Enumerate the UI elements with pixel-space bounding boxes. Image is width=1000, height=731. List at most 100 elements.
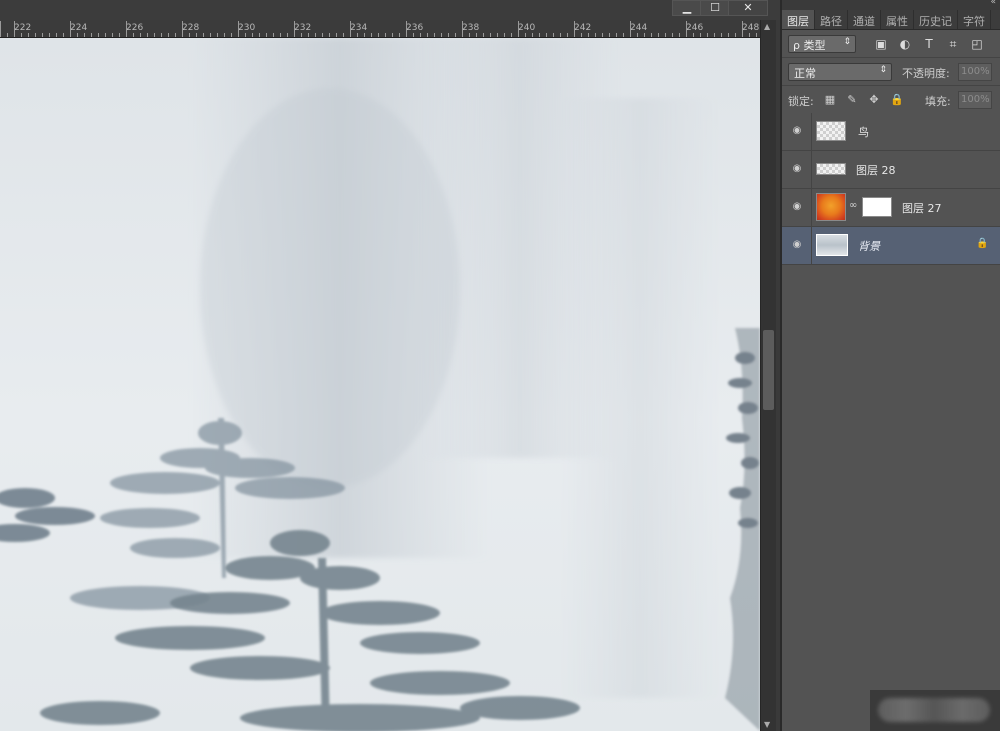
ruler-tick-mark — [511, 33, 512, 37]
layer-thumbnail — [816, 234, 848, 256]
layer-name[interactable]: 背景 — [858, 238, 880, 254]
lock-all-icon[interactable]: 🔒 — [890, 94, 904, 106]
horizontal-ruler: 222 224 226 228 230 232 234 236 238 240 242 244 246 2… — [0, 20, 760, 38]
scroll-up-icon[interactable]: ▲ — [764, 22, 770, 31]
layers-panel: « 图层 路径 通道 属性 历史记 字符 ρ 类型 ⇕ ▣ ◐ T ⌗ ◰ 正常… — [780, 0, 1000, 731]
ruler-tick-mark — [742, 21, 743, 37]
ruler-tick-mark — [385, 33, 386, 37]
ruler-tick-mark — [63, 33, 64, 37]
ruler-tick-mark — [497, 33, 498, 37]
select-arrow-icon: ⇕ — [843, 37, 851, 47]
layer-thumbnail — [816, 163, 846, 175]
ruler-tick-mark — [49, 33, 50, 37]
ruler-tick-mark — [336, 33, 337, 37]
ruler-tick-mark — [595, 33, 596, 37]
ruler-tick-mark — [462, 21, 463, 37]
ruler-tick-mark — [231, 33, 232, 37]
adjustment-filter-icon[interactable]: ◐ — [898, 37, 912, 51]
image-filter-icon[interactable]: ▣ — [874, 37, 888, 51]
ruler-tick-mark — [679, 33, 680, 37]
blend-mode-select[interactable]: 正常 ⇕ — [788, 63, 892, 81]
lock-position-icon[interactable]: ✥ — [868, 94, 880, 106]
divider — [811, 189, 812, 227]
lock-transparency-icon[interactable]: ▦ — [824, 94, 836, 106]
ruler-tick-mark — [119, 33, 120, 37]
lock-image-icon[interactable]: ✎ — [846, 94, 858, 106]
tab-channels[interactable]: 通道 — [848, 10, 881, 29]
filter-type-label: ρ 类型 — [793, 39, 826, 52]
layer-name[interactable]: 鸟 — [858, 124, 869, 140]
visibility-eye-icon[interactable]: ◉ — [790, 240, 804, 250]
layer-row[interactable]: ◉ 图层 28 — [782, 151, 1000, 189]
close-button[interactable]: ✕ — [728, 0, 768, 16]
document-window: ▁ ☐ ✕ 222 224 226 228 230 232 234 236 238 240 242 2… — [0, 0, 780, 731]
ruler-tick-mark — [217, 33, 218, 37]
ruler-tick-mark — [728, 33, 729, 37]
ruler-tick-mark — [196, 33, 197, 37]
mask-link-icon[interactable]: ∞ — [849, 200, 857, 211]
image-canvas[interactable] — [0, 38, 760, 731]
filter-type-select[interactable]: ρ 类型 ⇕ — [788, 35, 856, 53]
ruler-tick-mark — [224, 33, 225, 37]
fill-label: 填充: — [925, 95, 951, 108]
layer-row[interactable]: ◉ ∞ 图层 27 — [782, 189, 1000, 227]
tab-layers[interactable]: 图层 — [782, 10, 815, 29]
tab-paths[interactable]: 路径 — [815, 10, 848, 29]
ruler-tick-mark — [714, 33, 715, 37]
ruler-tick-mark — [84, 33, 85, 37]
ruler-tick-mark — [637, 33, 638, 37]
layer-row-selected[interactable]: ◉ 背景 🔒 — [782, 227, 1000, 265]
ruler-tick-mark — [21, 33, 22, 37]
ruler-tick-mark — [273, 33, 274, 37]
layer-thumbnail — [816, 193, 846, 221]
ruler-tick-label: 232 — [294, 23, 312, 33]
maximize-button[interactable]: ☐ — [700, 0, 730, 16]
visibility-eye-icon[interactable]: ◉ — [790, 202, 804, 212]
layer-lock-icon: 🔒 — [976, 238, 989, 249]
ruler-tick-mark — [315, 33, 316, 37]
tab-properties[interactable]: 属性 — [881, 10, 914, 29]
ruler-tick-mark — [735, 33, 736, 37]
layer-name[interactable]: 图层 27 — [902, 200, 942, 216]
vertical-scrollbar[interactable]: ▲ ▼ — [760, 20, 776, 731]
ruler-tick-mark — [644, 33, 645, 37]
fill-field[interactable]: 100% — [958, 91, 992, 109]
ruler-tick-mark — [252, 33, 253, 37]
layer-mask-thumbnail[interactable] — [862, 197, 892, 217]
ruler-tick-label: 246 — [686, 23, 704, 33]
visibility-eye-icon[interactable]: ◉ — [790, 126, 804, 136]
ruler-tick-mark — [189, 33, 190, 37]
ruler-tick-mark — [98, 33, 99, 37]
ruler-tick-mark — [413, 33, 414, 37]
ruler-tick-mark — [210, 33, 211, 37]
tab-character[interactable]: 字符 — [958, 10, 991, 29]
tab-history[interactable]: 历史记 — [914, 10, 958, 29]
scroll-thumb[interactable] — [763, 330, 774, 410]
layer-row[interactable]: ◉ 鸟 — [782, 113, 1000, 151]
type-filter-icon[interactable]: T — [922, 37, 936, 51]
shape-filter-icon[interactable]: ⌗ — [946, 37, 960, 51]
ruler-tick-mark — [546, 33, 547, 37]
ruler-tick-mark — [77, 33, 78, 37]
divider — [811, 151, 812, 189]
divider — [811, 227, 812, 265]
layer-name[interactable]: 图层 28 — [856, 162, 896, 178]
collapse-panel-icon[interactable]: « — [990, 0, 996, 7]
panel-header: « — [782, 0, 1000, 10]
document-title-bar: ▁ ☐ ✕ — [0, 0, 780, 20]
layer-list: ◉ 鸟 ◉ 图层 28 ◉ ∞ 图层 27 ◉ 背景 🔒 — [782, 113, 1000, 265]
smart-object-filter-icon[interactable]: ◰ — [970, 37, 984, 51]
ruler-tick-mark — [455, 33, 456, 37]
ruler-tick-mark — [238, 21, 239, 37]
ruler-tick-mark — [686, 21, 687, 37]
scroll-down-icon[interactable]: ▼ — [764, 720, 770, 729]
ruler-tick-mark — [35, 33, 36, 37]
ruler-tick-mark — [469, 33, 470, 37]
ruler-tick-mark — [14, 21, 15, 37]
visibility-eye-icon[interactable]: ◉ — [790, 164, 804, 174]
opacity-field[interactable]: 100% — [958, 63, 992, 81]
ruler-tick-mark — [574, 21, 575, 37]
minimize-button[interactable]: ▁ — [672, 0, 702, 16]
ruler-tick-mark — [357, 33, 358, 37]
ruler-tick-mark — [630, 21, 631, 37]
